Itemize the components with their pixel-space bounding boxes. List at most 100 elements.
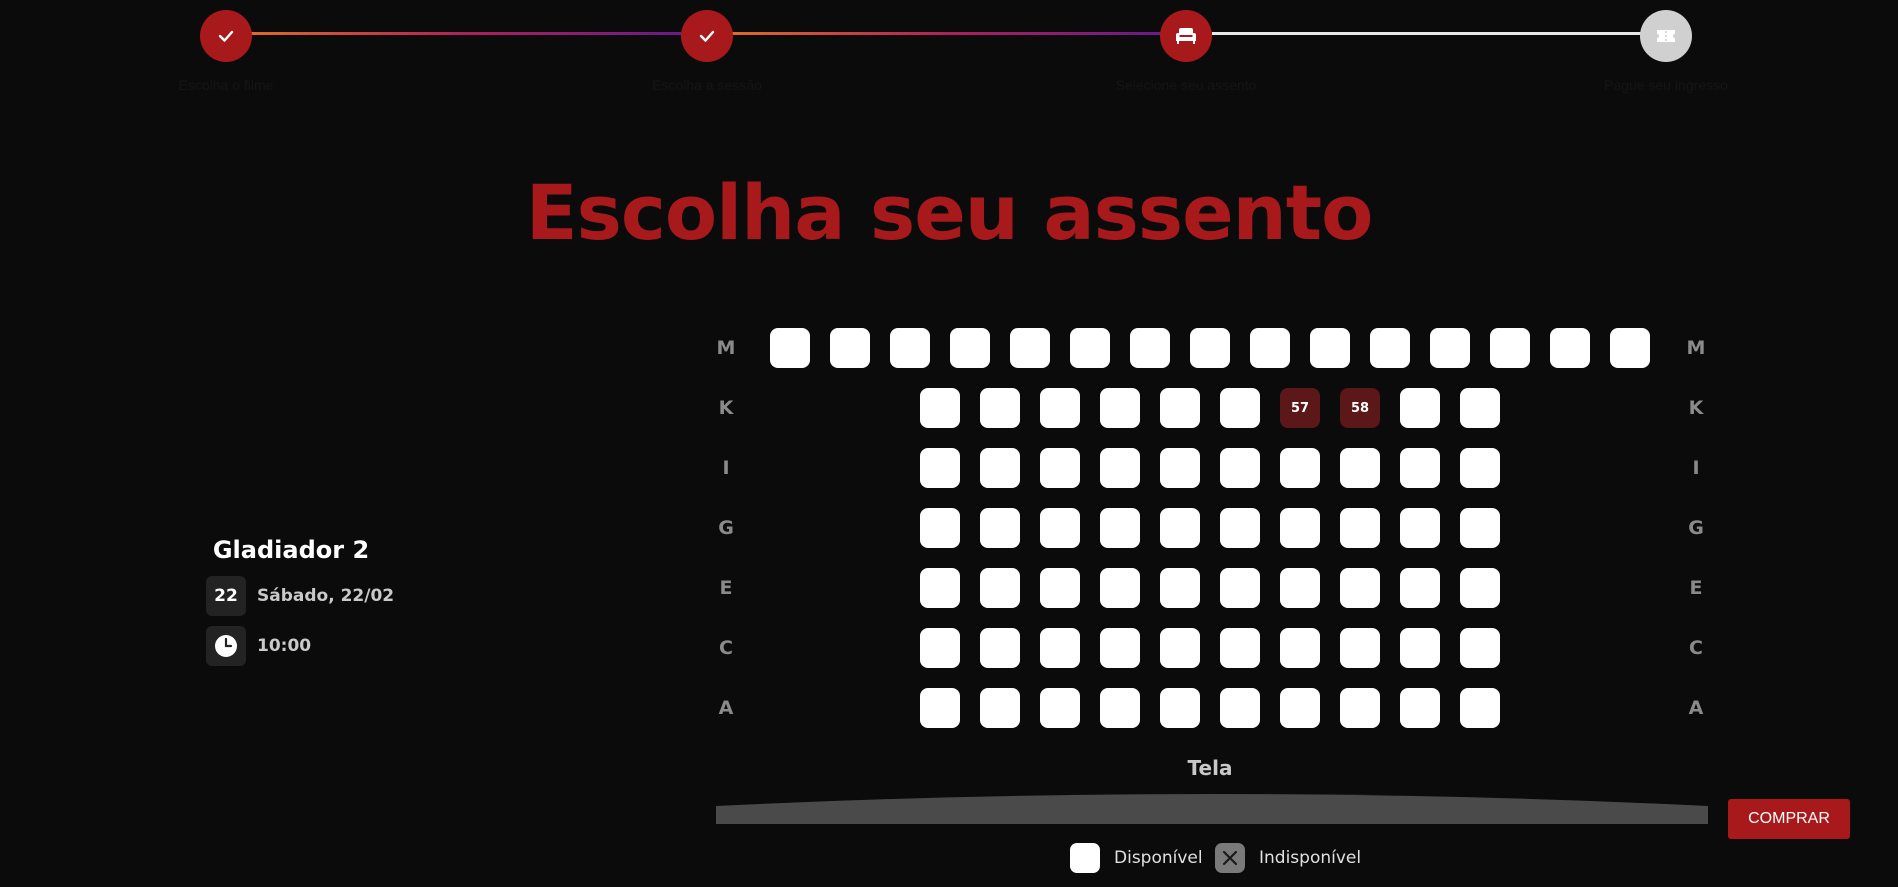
- seat-available[interactable]: [1220, 628, 1260, 668]
- seat-selected[interactable]: 57: [1280, 388, 1320, 428]
- seat-available[interactable]: [980, 388, 1020, 428]
- seat-available[interactable]: [1550, 328, 1590, 368]
- seat-available[interactable]: [1610, 328, 1650, 368]
- seat-available[interactable]: [1160, 628, 1200, 668]
- available-seat-swatch: [1070, 843, 1100, 873]
- seat-available[interactable]: [1400, 568, 1440, 608]
- seat-available[interactable]: [1280, 688, 1320, 728]
- seat-available[interactable]: [1250, 328, 1290, 368]
- seat-available[interactable]: [1340, 448, 1380, 488]
- seat-available[interactable]: [1130, 328, 1170, 368]
- legend-available: Disponível: [1070, 843, 1203, 873]
- seat-available[interactable]: [1220, 688, 1260, 728]
- seat-available[interactable]: [1340, 688, 1380, 728]
- seat-available[interactable]: [1280, 448, 1320, 488]
- clock-icon: [206, 626, 246, 666]
- row-label-right: C: [1689, 637, 1703, 659]
- row-label-left: C: [719, 637, 733, 659]
- seat-available[interactable]: [1490, 328, 1530, 368]
- seat-available[interactable]: [1220, 508, 1260, 548]
- row-label-right: E: [1689, 577, 1703, 599]
- row-label-left: A: [718, 697, 734, 719]
- seat-available[interactable]: [1400, 628, 1440, 668]
- seat-available[interactable]: [1400, 448, 1440, 488]
- seat-available[interactable]: [1040, 388, 1080, 428]
- seat-available[interactable]: [980, 568, 1020, 608]
- seat-available[interactable]: [1460, 688, 1500, 728]
- seat-available[interactable]: [920, 388, 960, 428]
- seat-available[interactable]: [1370, 328, 1410, 368]
- seat-available[interactable]: [920, 448, 960, 488]
- seat-available[interactable]: [830, 328, 870, 368]
- buy-button[interactable]: COMPRAR: [1728, 799, 1850, 839]
- seat-available[interactable]: [1460, 388, 1500, 428]
- seat-available[interactable]: [980, 628, 1020, 668]
- step-3-seat-icon[interactable]: [1160, 10, 1212, 62]
- seat-available[interactable]: [1280, 568, 1320, 608]
- seat-available[interactable]: [1430, 328, 1470, 368]
- seat-available[interactable]: [1460, 448, 1500, 488]
- seat-available[interactable]: [1040, 628, 1080, 668]
- seat-available[interactable]: [1010, 328, 1050, 368]
- seat-available[interactable]: [1040, 688, 1080, 728]
- seat-available[interactable]: [920, 508, 960, 548]
- seat-available[interactable]: [950, 328, 990, 368]
- seat-available[interactable]: [1190, 328, 1230, 368]
- movie-title: Gladiador 2: [212, 536, 370, 564]
- seat-available[interactable]: [1040, 568, 1080, 608]
- seat-available[interactable]: [1340, 568, 1380, 608]
- seat-available[interactable]: [1460, 568, 1500, 608]
- seat-available[interactable]: [1220, 568, 1260, 608]
- seat-available[interactable]: [1040, 508, 1080, 548]
- seat-available[interactable]: [1340, 508, 1380, 548]
- screen-label: Tela: [1187, 756, 1233, 780]
- row-label-left: K: [718, 397, 734, 419]
- seat-available[interactable]: [1310, 328, 1350, 368]
- seat-available[interactable]: [1100, 388, 1140, 428]
- seat-available[interactable]: [1100, 448, 1140, 488]
- step-4-ticket-icon[interactable]: [1640, 10, 1692, 62]
- seat-available[interactable]: [1040, 448, 1080, 488]
- step-1-label: Escolha o filme: [178, 77, 274, 93]
- seat-available[interactable]: [1400, 508, 1440, 548]
- seat-available[interactable]: [1160, 448, 1200, 488]
- seat-available[interactable]: [1100, 568, 1140, 608]
- seat-available[interactable]: [1100, 628, 1140, 668]
- seat-available[interactable]: [920, 688, 960, 728]
- seat-available[interactable]: [1160, 688, 1200, 728]
- seat-available[interactable]: [1340, 628, 1380, 668]
- seat-available[interactable]: [1160, 568, 1200, 608]
- seat-available[interactable]: [980, 688, 1020, 728]
- session-date-text: Sábado, 22/02: [257, 586, 395, 606]
- seat-available[interactable]: [1280, 628, 1320, 668]
- seat-available[interactable]: [920, 568, 960, 608]
- seat-available[interactable]: [1400, 388, 1440, 428]
- seat-available[interactable]: [1400, 688, 1440, 728]
- seat-available[interactable]: [1220, 448, 1260, 488]
- seat-available[interactable]: [980, 448, 1020, 488]
- seat-available[interactable]: [1460, 628, 1500, 668]
- row-label-right: I: [1692, 457, 1700, 479]
- progress-stepper: Escolha o filme Escolha a sessão Selecio…: [0, 0, 1898, 110]
- seat-available[interactable]: [1220, 388, 1260, 428]
- seat-available[interactable]: [770, 328, 810, 368]
- step-3-label: Selecione seu assento: [1115, 77, 1257, 93]
- seat-available[interactable]: [1100, 688, 1140, 728]
- row-label-left: G: [718, 517, 734, 539]
- seat-available[interactable]: [1280, 508, 1320, 548]
- seat-available[interactable]: [1160, 388, 1200, 428]
- seat-available[interactable]: [1070, 328, 1110, 368]
- row-label-right: G: [1688, 517, 1704, 539]
- seat-available[interactable]: [920, 628, 960, 668]
- seat-available[interactable]: [1100, 508, 1140, 548]
- session-time-text: 10:00: [257, 636, 312, 656]
- seat-selected[interactable]: 58: [1340, 388, 1380, 428]
- seat-available[interactable]: [1460, 508, 1500, 548]
- session-time: 10:00: [206, 626, 311, 666]
- seat-available[interactable]: [890, 328, 930, 368]
- seat-available[interactable]: [980, 508, 1020, 548]
- step-1-check-icon[interactable]: [200, 10, 252, 62]
- step-2-check-icon[interactable]: [681, 10, 733, 62]
- legend-unavailable-label: Indisponível: [1259, 848, 1362, 868]
- seat-available[interactable]: [1160, 508, 1200, 548]
